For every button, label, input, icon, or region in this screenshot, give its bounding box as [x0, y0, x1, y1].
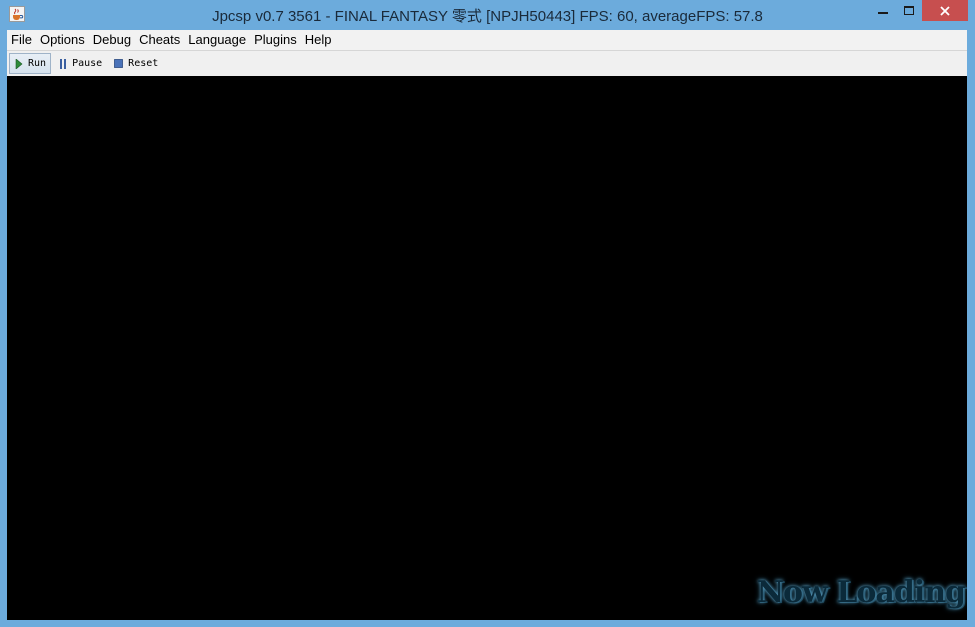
- maximize-button[interactable]: [896, 0, 922, 21]
- menu-bar: File Options Debug Cheats Language Plugi…: [7, 30, 967, 51]
- minimize-button[interactable]: [870, 0, 896, 21]
- menu-cheats[interactable]: Cheats: [135, 30, 184, 50]
- play-icon: [15, 58, 23, 69]
- menu-debug[interactable]: Debug: [89, 30, 135, 50]
- pause-label: Pause: [72, 58, 103, 69]
- stop-icon: [114, 59, 124, 68]
- close-button[interactable]: [922, 0, 968, 21]
- menu-file[interactable]: File: [7, 30, 36, 50]
- run-button[interactable]: Run: [9, 53, 52, 74]
- reset-label: Reset: [128, 58, 159, 69]
- maximize-icon: [904, 6, 914, 15]
- menu-help[interactable]: Help: [301, 30, 336, 50]
- pause-icon: [59, 58, 67, 69]
- reset-button[interactable]: Reset: [109, 53, 162, 74]
- menu-plugins[interactable]: Plugins: [250, 30, 301, 50]
- window-title: Jpcsp v0.7 3561 - FINAL FANTASY 零式 [NPJH…: [212, 8, 763, 25]
- now-loading-text: Now Loading: [756, 575, 966, 610]
- app-window: Jpcsp v0.7 3561 - FINAL FANTASY 零式 [NPJH…: [0, 0, 975, 627]
- emulator-display[interactable]: Now Loading: [7, 76, 967, 620]
- run-label: Run: [28, 58, 47, 69]
- toolbar: Run Pause Reset: [7, 51, 967, 76]
- pause-button[interactable]: Pause: [54, 53, 106, 74]
- title-bar[interactable]: Jpcsp v0.7 3561 - FINAL FANTASY 零式 [NPJH…: [0, 0, 975, 30]
- menu-options[interactable]: Options: [36, 30, 89, 50]
- menu-language[interactable]: Language: [184, 30, 250, 50]
- close-icon: [940, 5, 950, 16]
- minimize-icon: [878, 11, 888, 14]
